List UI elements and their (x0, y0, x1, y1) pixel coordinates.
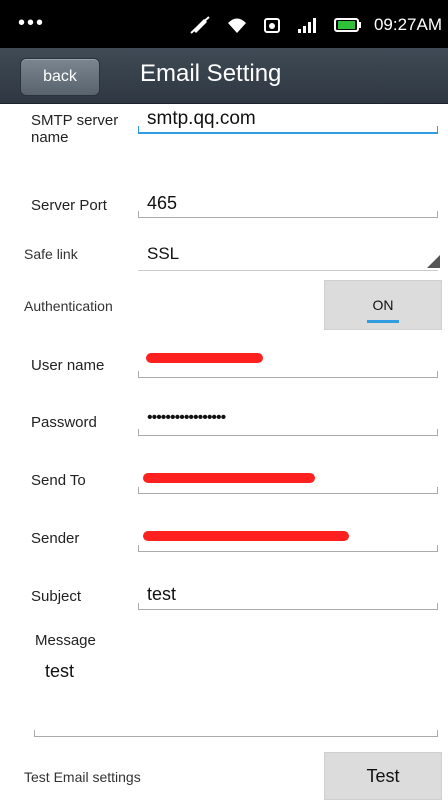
subject-label: Subject (31, 588, 82, 605)
authentication-label: Authentication (24, 298, 113, 314)
subject-value: test (147, 584, 177, 604)
toggle-indicator (367, 320, 399, 323)
page-title: Email Setting (140, 60, 282, 87)
signal-icon (298, 18, 316, 33)
battery-icon (334, 18, 361, 32)
notification-dots-icon: ••• (18, 12, 46, 34)
send-to-label: Send To (31, 472, 86, 489)
server-port-input[interactable] (138, 211, 438, 218)
send-to-redaction (143, 473, 315, 483)
user-name-input[interactable] (138, 371, 438, 378)
smtp-server-label: SMTP server name (31, 112, 119, 146)
mute-icon (190, 16, 210, 34)
nfc-icon (264, 18, 280, 33)
sender-label: Sender (31, 530, 80, 547)
user-name-redaction (146, 353, 263, 363)
status-bar: ••• 09:27AM (0, 0, 448, 48)
password-label: Password (31, 414, 97, 431)
user-name-label: User name (31, 357, 105, 374)
toggle-label: ON (372, 297, 394, 313)
sender-redaction (143, 531, 349, 541)
send-to-input[interactable] (138, 487, 438, 494)
server-port-label: Server Port (31, 197, 107, 214)
clock: 09:27AM (373, 15, 442, 34)
subject-input[interactable] (138, 603, 438, 610)
safe-link-label: Safe link (24, 246, 78, 262)
test-button[interactable]: Test (324, 752, 442, 800)
smtp-server-input[interactable] (138, 126, 438, 134)
status-icons (190, 16, 362, 34)
password-value: ••••••••••••••••• (147, 409, 226, 426)
password-input[interactable] (138, 429, 438, 436)
message-input[interactable] (34, 730, 438, 737)
test-email-label: Test Email settings (24, 769, 141, 785)
safe-link-dropdown[interactable] (138, 240, 438, 271)
authentication-toggle[interactable]: ON (324, 280, 442, 330)
dropdown-arrow-icon (427, 255, 440, 268)
message-label: Message (35, 632, 96, 649)
message-value: test (45, 661, 75, 681)
title-bar: back Email Setting (0, 48, 448, 104)
wifi-icon (228, 18, 246, 33)
back-button[interactable]: back (20, 58, 100, 96)
sender-input[interactable] (138, 545, 438, 552)
